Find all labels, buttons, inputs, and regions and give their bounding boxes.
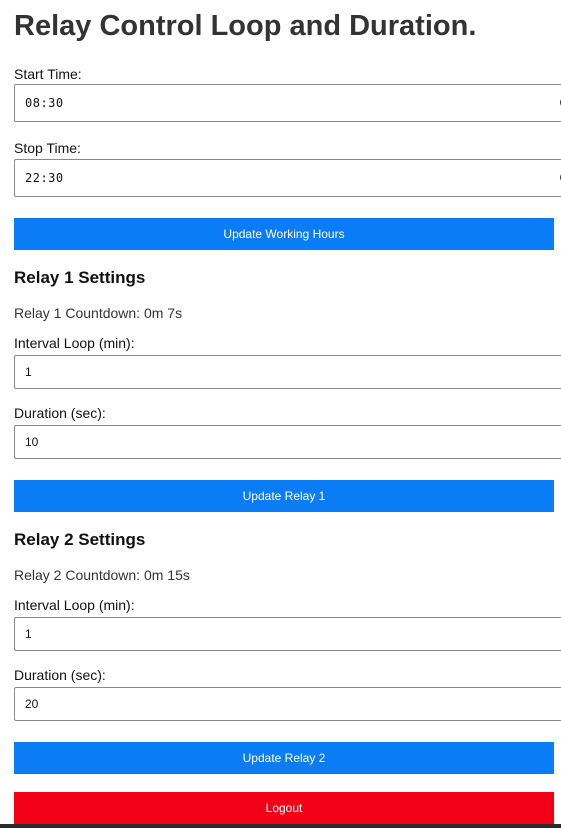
relay2-countdown: Relay 2 Countdown: 0m 15s xyxy=(14,567,190,583)
update-working-hours-button[interactable]: Update Working Hours xyxy=(14,218,554,250)
relay2-duration-value: 20 xyxy=(25,697,39,711)
relay2-interval-input[interactable]: 1 xyxy=(14,617,561,651)
relay2-interval-value: 1 xyxy=(25,627,32,641)
stop-time-label: Stop Time: xyxy=(14,140,81,156)
update-relay1-button[interactable]: Update Relay 1 xyxy=(14,480,554,512)
window-bottom-edge xyxy=(0,824,561,828)
relay1-interval-input[interactable]: 1 xyxy=(14,355,561,389)
update-relay2-button[interactable]: Update Relay 2 xyxy=(14,742,554,774)
relay2-duration-label: Duration (sec): xyxy=(14,667,106,683)
logout-button[interactable]: Logout xyxy=(14,792,554,824)
start-time-label: Start Time: xyxy=(14,66,82,82)
start-time-input[interactable]: 08:30 xyxy=(14,84,561,122)
relay1-interval-value: 1 xyxy=(25,365,32,379)
stop-time-value: 22:30 xyxy=(25,171,64,185)
relay1-countdown: Relay 1 Countdown: 0m 7s xyxy=(14,305,183,321)
relay1-interval-label: Interval Loop (min): xyxy=(14,335,135,351)
relay1-duration-value: 10 xyxy=(25,435,39,449)
page-title: Relay Control Loop and Duration. xyxy=(14,10,477,42)
start-time-value: 08:30 xyxy=(25,96,64,110)
relay1-duration-input[interactable]: 10 xyxy=(14,425,561,459)
stop-time-input[interactable]: 22:30 xyxy=(14,159,561,197)
relay-control-page: Relay Control Loop and Duration. Start T… xyxy=(0,0,561,828)
relay1-settings-heading: Relay 1 Settings xyxy=(14,268,146,287)
relay2-interval-label: Interval Loop (min): xyxy=(14,597,135,613)
relay2-duration-input[interactable]: 20 xyxy=(14,687,561,721)
relay2-settings-heading: Relay 2 Settings xyxy=(14,530,146,549)
relay1-duration-label: Duration (sec): xyxy=(14,405,106,421)
